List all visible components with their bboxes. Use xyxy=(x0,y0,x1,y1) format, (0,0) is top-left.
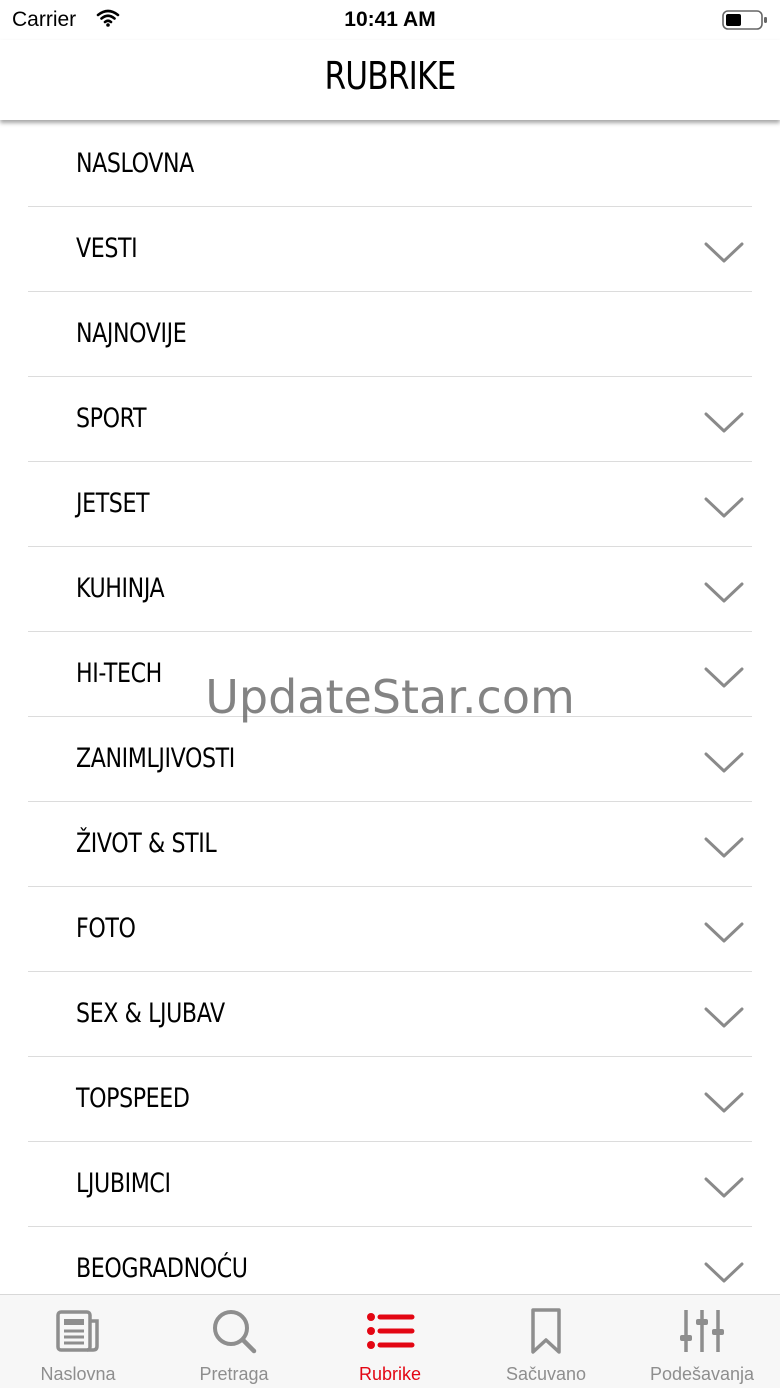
section-label: KUHINJA xyxy=(76,573,165,604)
section-label: BEOGRADNOĆU xyxy=(76,1253,248,1284)
section-label: HI-TECH xyxy=(76,658,162,689)
tab-label: Rubrike xyxy=(358,1364,422,1384)
section-row[interactable]: FOTO xyxy=(28,887,752,972)
section-row[interactable]: NAJNOVIJE xyxy=(28,292,752,377)
section-label: SEX & LJUBAV xyxy=(76,998,225,1029)
tab-rubrike[interactable]: Rubrike xyxy=(312,1295,468,1388)
tab-label: Naslovna xyxy=(40,1364,116,1384)
tab-naslovna[interactable]: Naslovna xyxy=(0,1295,156,1388)
section-row[interactable]: LJUBIMCI xyxy=(28,1142,752,1227)
section-label: FOTO xyxy=(76,913,136,944)
search-icon xyxy=(210,1307,258,1360)
section-label: JETSET xyxy=(76,488,150,519)
section-row[interactable]: TOPSPEED xyxy=(28,1057,752,1142)
chevron-down-icon[interactable] xyxy=(704,1261,744,1290)
chevron-down-icon[interactable] xyxy=(704,496,744,525)
sliders-icon xyxy=(678,1307,726,1360)
section-row[interactable]: HI-TECH xyxy=(28,632,752,717)
section-label: SPORT xyxy=(76,403,147,434)
chevron-down-icon[interactable] xyxy=(704,666,744,695)
chevron-down-icon[interactable] xyxy=(704,1176,744,1205)
newspaper-icon xyxy=(54,1307,102,1360)
bookmark-icon xyxy=(522,1307,570,1360)
section-label: VESTI xyxy=(76,233,138,264)
list-icon xyxy=(365,1307,415,1360)
chevron-down-icon[interactable] xyxy=(704,921,744,950)
section-row[interactable]: SEX & LJUBAV xyxy=(28,972,752,1057)
tab-podesavanja[interactable]: Podešavanja xyxy=(624,1295,780,1388)
chevron-down-icon[interactable] xyxy=(704,411,744,440)
section-label: LJUBIMCI xyxy=(76,1168,171,1199)
section-label: NASLOVNA xyxy=(76,148,194,179)
tab-label: Pretraga xyxy=(199,1364,269,1384)
chevron-down-icon[interactable] xyxy=(704,581,744,610)
battery-icon xyxy=(722,9,768,36)
chevron-down-icon[interactable] xyxy=(704,1006,744,1035)
section-label: ZANIMLJIVOSTI xyxy=(76,743,235,774)
page-title: RUBRIKE xyxy=(324,54,456,98)
tab-bar: Naslovna Pretraga Rubrike Sačuvano Podešavan… xyxy=(0,1294,780,1388)
section-row[interactable]: JETSET xyxy=(28,462,752,547)
section-row[interactable]: ZANIMLJIVOSTI xyxy=(28,717,752,802)
tab-label: Sačuvano xyxy=(505,1364,587,1384)
chevron-down-icon[interactable] xyxy=(704,241,744,270)
tab-label: Podešavanja xyxy=(649,1364,755,1384)
section-label: TOPSPEED xyxy=(76,1083,190,1114)
section-label: NAJNOVIJE xyxy=(76,318,187,349)
section-row[interactable]: NASLOVNA xyxy=(28,122,752,207)
clock: 10:41 AM xyxy=(344,8,436,31)
status-bar: Carrier 10:41 AM xyxy=(0,0,780,40)
section-row[interactable]: SPORT xyxy=(28,377,752,462)
section-label: ŽIVOT & STIL xyxy=(76,828,217,859)
navigation-bar: RUBRIKE xyxy=(0,40,780,120)
section-list: NASLOVNA VESTI NAJNOVIJE SPORT JETSET KUHINJA… xyxy=(28,122,752,1311)
tab-pretraga[interactable]: Pretraga xyxy=(156,1295,312,1388)
tab-sacuvano[interactable]: Sačuvano xyxy=(468,1295,624,1388)
section-row[interactable]: ŽIVOT & STIL xyxy=(28,802,752,887)
chevron-down-icon[interactable] xyxy=(704,751,744,780)
section-row[interactable]: VESTI xyxy=(28,207,752,292)
section-row[interactable]: KUHINJA xyxy=(28,547,752,632)
chevron-down-icon[interactable] xyxy=(704,836,744,865)
chevron-down-icon[interactable] xyxy=(704,1091,744,1120)
